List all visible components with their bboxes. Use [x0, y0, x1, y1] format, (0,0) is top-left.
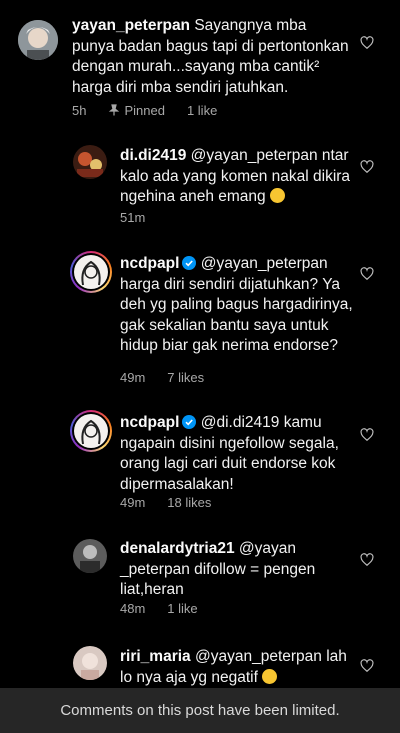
rolling-laughing-emoji-icon	[269, 188, 285, 203]
comment-body: ncdpapl @di.di2419 kamu ngapain disini n…	[120, 413, 360, 495]
avatar[interactable]	[73, 145, 107, 179]
verified-badge-icon	[182, 415, 197, 429]
comment-time: 5h	[72, 103, 87, 118]
comment-item: ncdpapl @yayan_peterpan harga diri sendi…	[0, 245, 400, 410]
comment-likes[interactable]: 1 like	[167, 601, 197, 616]
comment-item: di.di2419 @yayan_peterpan ntar kalo ada …	[0, 135, 400, 245]
story-ring[interactable]	[70, 251, 112, 293]
comment-time: 51m	[120, 210, 146, 225]
comment-item: riri_maria @yayan_peterpan lah lo nya aj…	[0, 640, 400, 688]
comment-likes[interactable]: 1 like	[187, 103, 217, 118]
comment-meta: 49m 7 likes	[120, 370, 226, 385]
comment-username[interactable]: di.di2419	[120, 147, 186, 164]
comment-username[interactable]: ncdpapl	[120, 255, 179, 272]
comment-likes[interactable]: 18 likes	[167, 495, 211, 510]
comment-body: di.di2419 @yayan_peterpan ntar kalo ada …	[120, 146, 360, 208]
avatar	[74, 255, 108, 289]
comment-username[interactable]: ncdpapl	[120, 414, 179, 431]
comment-meta: 51m	[120, 210, 167, 225]
like-heart-icon[interactable]	[360, 160, 374, 174]
like-heart-icon[interactable]	[360, 267, 374, 281]
smiling-sweat-emoji-icon	[262, 668, 278, 684]
story-ring[interactable]	[70, 410, 112, 452]
comment-time: 49m	[120, 370, 146, 385]
comment-time: 48m	[120, 601, 146, 616]
comment-body: yayan_peterpan Sayangnya mba punya badan…	[72, 16, 352, 98]
pinned-indicator: Pinned	[108, 103, 165, 118]
comment-item: denalardytria21 @yayan _peterpan difollo…	[0, 530, 400, 635]
like-heart-icon[interactable]	[360, 553, 374, 567]
comments-limited-text: Comments on this post have been limited.	[60, 702, 340, 719]
comments-limited-banner: Comments on this post have been limited.	[0, 688, 400, 733]
avatar	[74, 414, 108, 448]
comment-body: denalardytria21 @yayan _peterpan difollo…	[120, 539, 360, 601]
like-heart-icon[interactable]	[360, 659, 374, 673]
avatar[interactable]	[18, 20, 58, 60]
comment-meta: 48m 1 like	[120, 601, 220, 616]
like-heart-icon[interactable]	[360, 428, 374, 442]
comment-username[interactable]: yayan_peterpan	[72, 17, 190, 34]
comment-time: 49m	[120, 495, 146, 510]
comment-body: ncdpapl @yayan_peterpan harga diri sendi…	[120, 254, 360, 357]
avatar[interactable]	[73, 646, 107, 680]
comment-item: yayan_peterpan Sayangnya mba punya badan…	[0, 0, 400, 135]
comment-username[interactable]: riri_maria	[120, 648, 191, 665]
pin-icon	[109, 104, 120, 116]
verified-badge-icon	[182, 256, 197, 270]
comment-item: ncdpapl @di.di2419 kamu ngapain disini n…	[0, 405, 400, 525]
comment-meta: 5h Pinned 1 like	[72, 103, 239, 118]
comment-meta: 49m 18 likes	[120, 495, 233, 510]
like-heart-icon[interactable]	[360, 36, 374, 50]
comment-body: riri_maria @yayan_peterpan lah lo nya aj…	[120, 647, 360, 688]
comment-username[interactable]: denalardytria21	[120, 540, 235, 557]
comment-likes[interactable]: 7 likes	[167, 370, 204, 385]
avatar[interactable]	[73, 539, 107, 573]
